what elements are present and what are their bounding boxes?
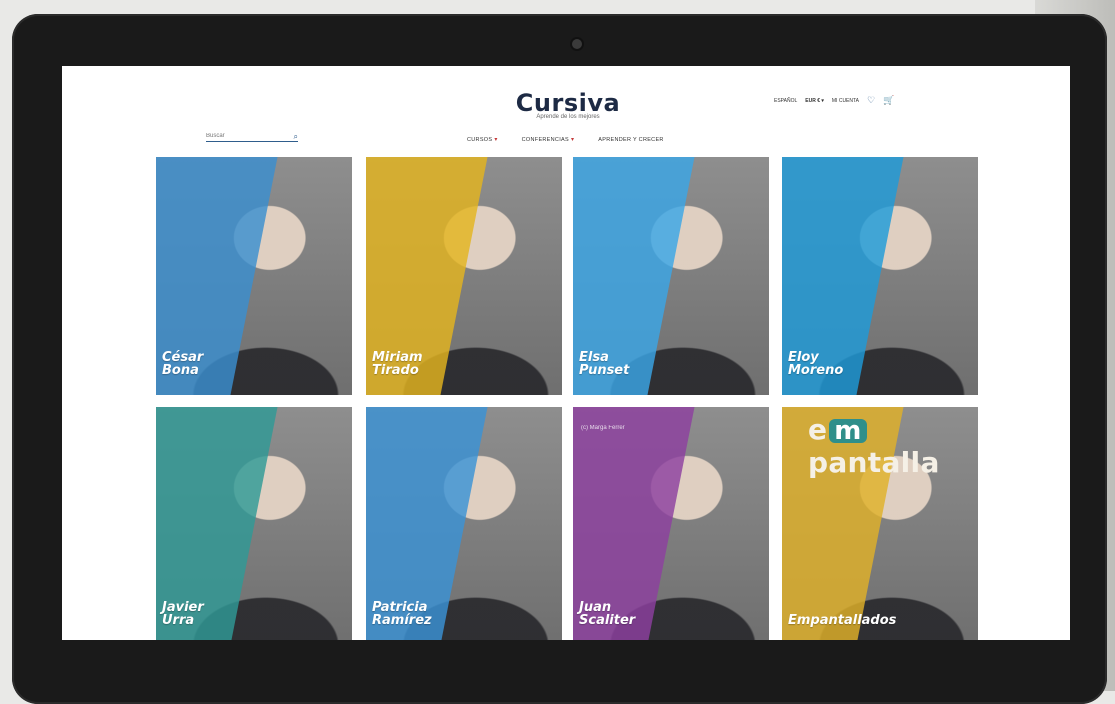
empantallados-logo-m-pill: m (829, 418, 867, 444)
brand-logo[interactable]: Cursiva Aprende de los mejores (508, 91, 628, 120)
chevron-down-icon: ▾ (494, 137, 498, 143)
account-link[interactable]: MI CUENTA (832, 98, 859, 104)
speaker-card-elsa-punset[interactable]: Elsa Punset (573, 157, 769, 395)
nav-item-label: CONFERENCIAS (521, 136, 569, 143)
speaker-name: Elsa Punset (579, 350, 630, 378)
speaker-name: Eloy Moreno (788, 350, 844, 378)
speaker-card-eloy-moreno[interactable]: Eloy Moreno (782, 157, 978, 395)
speaker-name: Javier Urra (162, 600, 204, 628)
currency-selector[interactable]: EUR € ▾ (805, 98, 824, 104)
nav-item-label: APRENDER Y CRECER (598, 136, 664, 143)
nav-item-label: CURSOS (467, 136, 493, 143)
speaker-name: César Bona (162, 350, 204, 378)
nav-item-conferencias[interactable]: CONFERENCIAS ▾ (521, 136, 575, 144)
speaker-name: Juan Scaliter (579, 600, 636, 628)
language-selector[interactable]: ESPAÑOL (774, 98, 797, 104)
browser-screen: Cursiva Aprende de los mejores ⌕ ESPAÑOL… (62, 66, 1070, 640)
webcam-dot (572, 39, 582, 49)
photo-credit: (c) Marga Ferrer (581, 425, 625, 431)
empantallados-logo-text: e mpantalla (808, 413, 940, 479)
speaker-name: Miriam Tirado (372, 350, 423, 378)
nav-item-cursos[interactable]: CURSOS ▾ (467, 136, 498, 144)
search-input[interactable] (206, 131, 276, 141)
search-icon[interactable]: ⌕ (294, 133, 298, 141)
speaker-grid: César Bona Miriam Tirado Elsa Punset Elo… (156, 157, 978, 640)
brand-name: Cursiva (515, 89, 621, 117)
speaker-card-cesar-bona[interactable]: César Bona (156, 157, 352, 395)
speaker-name: Empantallados (788, 613, 897, 628)
speaker-card-juan-scaliter[interactable]: (c) Marga Ferrer Juan Scaliter (573, 407, 769, 640)
main-navigation: CURSOS ▾ CONFERENCIAS ▾ APRENDER Y CRECE… (467, 136, 664, 144)
top-right-controls: ESPAÑOL EUR € ▾ MI CUENTA ♡ 🛒 (774, 96, 894, 105)
speaker-name: Patricia Ramírez (372, 600, 432, 628)
chevron-down-icon: ▾ (570, 137, 575, 143)
heart-icon[interactable]: ♡ (867, 96, 875, 105)
empantallados-logo: e mpantalla (808, 413, 978, 479)
speaker-card-javier-urra[interactable]: Javier Urra (156, 407, 352, 640)
speaker-card-miriam-tirado[interactable]: Miriam Tirado (366, 157, 562, 395)
speaker-card-empantallados[interactable]: e mpantalla Empantallados (782, 407, 978, 640)
speaker-card-patricia-ramirez[interactable]: Patricia Ramírez (366, 407, 562, 640)
search-bar[interactable]: ⌕ (206, 129, 298, 142)
nav-item-aprender-y-crecer[interactable]: APRENDER Y CRECER (598, 136, 663, 143)
cart-icon[interactable]: 🛒 (883, 96, 894, 105)
